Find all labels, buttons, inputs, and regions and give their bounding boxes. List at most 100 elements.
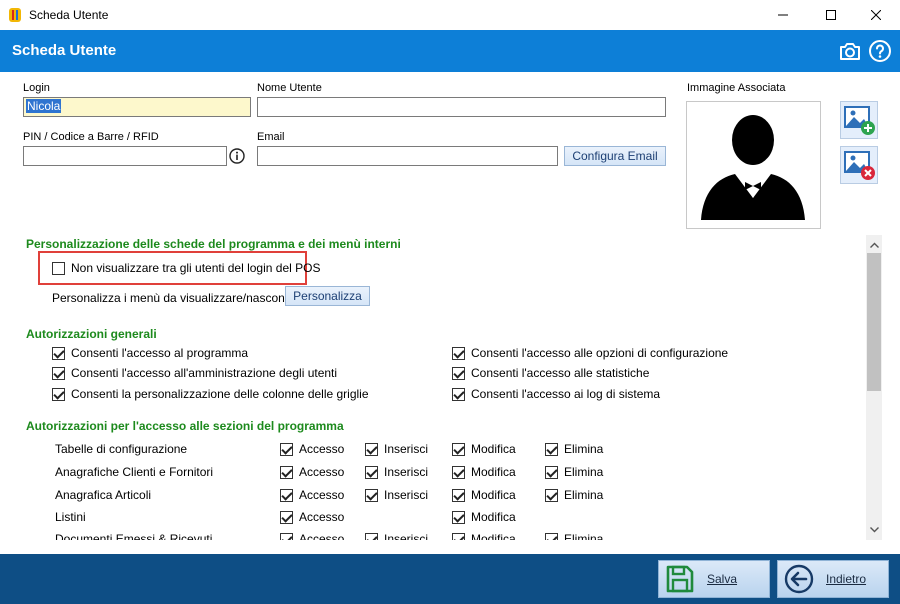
username-input[interactable] — [257, 97, 666, 117]
image-panel — [686, 101, 821, 229]
checkbox[interactable] — [52, 366, 65, 380]
perm-insert-checkbox[interactable]: Inserisci — [365, 532, 428, 540]
minimize-button[interactable] — [760, 0, 806, 30]
perm-modify-checkbox[interactable]: Modifica — [452, 465, 516, 479]
save-button[interactable]: Salva — [658, 560, 770, 598]
username-label: Nome Utente — [257, 82, 322, 94]
title-bar: Scheda Utente — [0, 0, 900, 30]
perm-label: Inserisci — [384, 488, 429, 502]
email-input[interactable] — [257, 146, 558, 166]
close-button[interactable] — [853, 0, 899, 30]
chevron-down-icon — [869, 527, 879, 533]
general-permission-config-options[interactable]: Consenti l'accesso alle opzioni di confi… — [452, 346, 728, 360]
help-icon[interactable] — [868, 39, 892, 63]
perm-delete-checkbox[interactable]: Elimina — [545, 532, 603, 540]
checkbox[interactable] — [280, 465, 293, 479]
checkbox[interactable] — [452, 488, 465, 502]
checkbox[interactable] — [365, 488, 378, 502]
perm-label: Accesso — [299, 465, 345, 479]
section-row-name: Documenti Emessi & Ricevuti — [55, 532, 213, 540]
maximize-icon — [826, 10, 836, 20]
perm-delete-checkbox[interactable]: Elimina — [545, 442, 603, 456]
perm-modify-checkbox[interactable]: Modifica — [452, 442, 516, 456]
section-row-name: Anagrafiche Clienti e Fornitori — [55, 465, 214, 479]
checkbox[interactable] — [52, 387, 65, 401]
back-label: Indietro — [826, 572, 867, 586]
customize-menu-button[interactable]: Personalizza — [285, 286, 370, 306]
perm-modify-checkbox[interactable]: Modifica — [452, 510, 516, 524]
perm-insert-checkbox[interactable]: Inserisci — [365, 442, 428, 456]
checkbox[interactable] — [452, 346, 465, 360]
customization-section-title: Personalizzazione delle schede del progr… — [26, 237, 401, 251]
permission-label: Consenti l'accesso alle statistiche — [471, 366, 650, 380]
checkbox[interactable] — [452, 442, 465, 456]
perm-label: Elimina — [564, 532, 604, 540]
checkbox[interactable] — [280, 442, 293, 456]
general-permission-statistics[interactable]: Consenti l'accesso alle statistiche — [452, 366, 649, 380]
checkbox[interactable] — [452, 366, 465, 380]
pin-input[interactable] — [23, 146, 227, 166]
perm-label: Inserisci — [384, 465, 429, 479]
checkbox[interactable] — [452, 532, 465, 540]
checkbox[interactable] — [365, 442, 378, 456]
checkbox[interactable] — [280, 488, 293, 502]
perm-label: Accesso — [299, 510, 345, 524]
perm-access-checkbox[interactable]: Accesso — [280, 488, 344, 502]
login-input[interactable]: Nicola — [23, 97, 251, 117]
perm-delete-checkbox[interactable]: Elimina — [545, 488, 603, 502]
checkbox[interactable] — [365, 532, 378, 540]
remove-image-button[interactable] — [840, 146, 878, 184]
minimize-icon — [778, 14, 788, 16]
configure-email-button[interactable]: Configura Email — [564, 146, 666, 166]
add-image-button[interactable] — [840, 101, 878, 139]
perm-insert-checkbox[interactable]: Inserisci — [365, 465, 428, 479]
checkbox[interactable] — [52, 261, 65, 275]
back-button[interactable]: Indietro — [777, 560, 889, 598]
checkbox[interactable] — [452, 465, 465, 479]
perm-access-checkbox[interactable]: Accesso — [280, 465, 344, 479]
perm-modify-checkbox[interactable]: Modifica — [452, 532, 516, 540]
vertical-scrollbar[interactable] — [866, 235, 882, 540]
checkbox[interactable] — [452, 510, 465, 524]
scroll-down-button[interactable] — [866, 522, 882, 538]
scrollbar-thumb[interactable] — [867, 253, 881, 391]
hide-pos-login-checkbox[interactable]: Non visualizzare tra gli utenti del logi… — [52, 261, 320, 275]
image-label: Immagine Associata — [687, 82, 786, 94]
checkbox[interactable] — [52, 346, 65, 360]
perm-label: Accesso — [299, 488, 345, 502]
general-permission-grid-columns[interactable]: Consenti la personalizzazione delle colo… — [52, 387, 369, 401]
user-avatar-icon — [701, 115, 805, 220]
checkbox[interactable] — [280, 510, 293, 524]
perm-label: Modifica — [471, 465, 516, 479]
checkbox[interactable] — [545, 532, 558, 540]
perm-access-checkbox[interactable]: Accesso — [280, 442, 344, 456]
perm-label: Modifica — [471, 532, 516, 540]
perm-access-checkbox[interactable]: Accesso — [280, 532, 344, 540]
checkbox[interactable] — [365, 465, 378, 479]
user-card-window: Scheda Utente Scheda Utente Login Nicola… — [0, 0, 900, 604]
perm-access-checkbox[interactable]: Accesso — [280, 510, 344, 524]
email-label: Email — [257, 131, 285, 143]
page-title: Scheda Utente — [12, 42, 117, 59]
perm-modify-checkbox[interactable]: Modifica — [452, 488, 516, 502]
perm-insert-checkbox[interactable]: Inserisci — [365, 488, 428, 502]
pin-label: PIN / Codice a Barre / RFID — [23, 131, 159, 143]
maximize-button[interactable] — [808, 0, 854, 30]
permission-label: Consenti la personalizzazione delle colo… — [71, 387, 369, 401]
perm-label: Modifica — [471, 510, 516, 524]
checkbox[interactable] — [280, 532, 293, 540]
info-icon[interactable] — [229, 148, 245, 164]
general-permission-system-logs[interactable]: Consenti l'accesso ai log di sistema — [452, 387, 660, 401]
permissions-scroll-area[interactable]: Personalizzazione delle schede del progr… — [16, 235, 882, 540]
checkbox[interactable] — [545, 465, 558, 479]
general-permission-user-admin[interactable]: Consenti l'accesso all'amministrazione d… — [52, 366, 337, 380]
permission-label: Consenti l'accesso ai log di sistema — [471, 387, 661, 401]
checkbox[interactable] — [452, 387, 465, 401]
checkbox[interactable] — [545, 442, 558, 456]
camera-icon[interactable] — [838, 39, 862, 63]
checkbox[interactable] — [545, 488, 558, 502]
perm-delete-checkbox[interactable]: Elimina — [545, 465, 603, 479]
general-permission-access-program[interactable]: Consenti l'accesso al programma — [52, 346, 248, 360]
perm-label: Modifica — [471, 442, 516, 456]
scroll-up-button[interactable] — [866, 237, 882, 253]
